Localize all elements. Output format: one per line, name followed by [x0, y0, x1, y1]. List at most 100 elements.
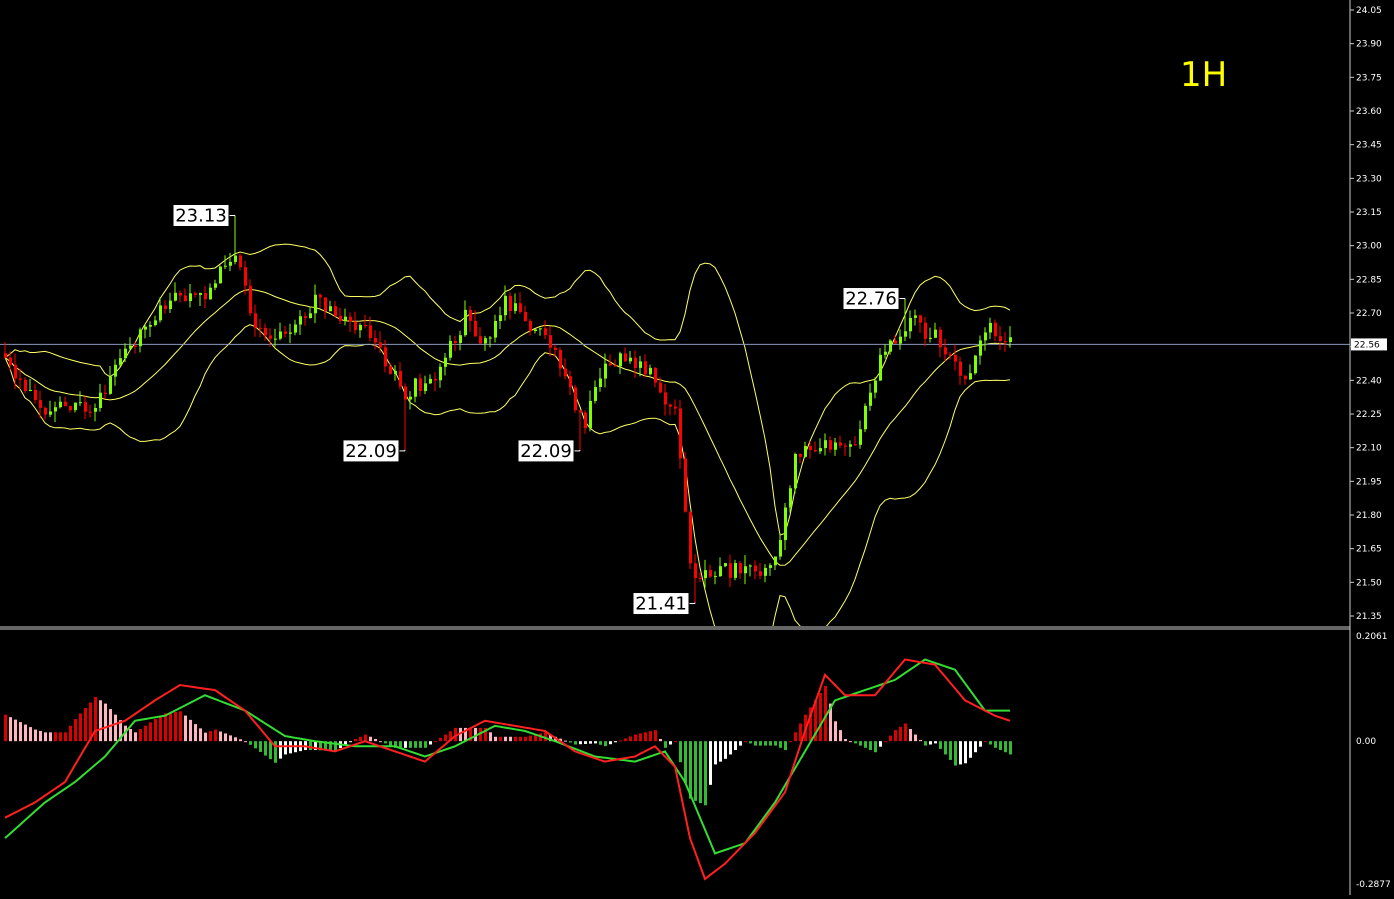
candle-body — [214, 283, 217, 288]
macd-histogram-bar — [164, 713, 167, 742]
candle-body — [839, 442, 842, 446]
price-tick-label: 23.30 — [1356, 174, 1382, 184]
macd-histogram-bar — [64, 732, 67, 742]
candle-body — [339, 315, 342, 321]
macd-histogram-bar — [624, 738, 627, 742]
candle-body — [994, 322, 997, 337]
candle-body — [34, 389, 37, 400]
macd-histogram-bar — [744, 741, 747, 743]
candle-body — [194, 293, 197, 295]
candle-body — [519, 303, 522, 312]
price-tick-label: 24.05 — [1356, 6, 1382, 16]
candle-body — [369, 325, 372, 338]
candle-body — [319, 294, 322, 298]
candle-body — [689, 511, 692, 564]
macd-histogram-bar — [904, 723, 907, 742]
candle-body — [139, 329, 142, 347]
price-tick-label: 21.80 — [1356, 511, 1382, 521]
candle-body — [94, 408, 97, 412]
candle-body — [859, 429, 862, 445]
price-tick-label: 22.70 — [1356, 309, 1382, 319]
price-tick-label: 22.10 — [1356, 444, 1382, 454]
price-label: 22.09 — [520, 441, 572, 462]
candle-body — [399, 370, 402, 387]
macd-histogram-bar — [619, 740, 622, 742]
macd-histogram-bar — [249, 741, 252, 745]
macd-histogram-bar — [59, 732, 62, 742]
macd-histogram-bar — [994, 741, 997, 748]
macd-histogram-bar — [944, 741, 947, 755]
macd-histogram-bar — [244, 741, 247, 743]
macd-histogram-bar — [879, 741, 882, 747]
candle-body — [504, 295, 507, 316]
candle-body — [934, 329, 937, 338]
candle-body — [49, 411, 52, 415]
candle-body — [124, 348, 127, 359]
candle-body — [114, 364, 117, 377]
trading-chart[interactable]: 23.13 22.09 22.09 21.41 22.76 24.05 23.90 23.7… — [0, 0, 1394, 895]
macd-histogram-bar — [614, 741, 617, 743]
candle-body — [489, 337, 492, 339]
candle-body — [659, 382, 662, 393]
price-tick-label: 23.45 — [1356, 141, 1382, 151]
candle-body — [559, 350, 562, 369]
macd-histogram-bar — [669, 741, 672, 745]
macd-histogram-bar — [584, 741, 587, 744]
price-label: 23.13 — [175, 205, 227, 226]
macd-histogram-bar — [4, 714, 7, 742]
candle-body — [169, 300, 172, 310]
candle-body — [999, 336, 1002, 342]
current-price-label: 22.56 — [1354, 340, 1380, 350]
macd-histogram-bar — [134, 732, 137, 742]
macd-histogram-bar — [954, 741, 957, 766]
candle-body — [229, 261, 232, 266]
candle-body — [99, 392, 102, 409]
candle-body — [654, 367, 657, 383]
macd-histogram-bar — [709, 741, 712, 785]
macd-histogram-bar — [24, 724, 27, 742]
candle-body — [1004, 341, 1007, 343]
macd-histogram-bar — [684, 741, 687, 784]
candle-body — [389, 366, 392, 374]
macd-histogram-bar — [229, 735, 232, 742]
candle-body — [279, 331, 282, 339]
macd-histogram-bar — [674, 741, 677, 743]
macd-tick-label: -0.2877 — [1356, 880, 1391, 890]
macd-histogram-bar — [359, 736, 362, 742]
macd-histogram-bar — [9, 717, 12, 742]
candle-body — [134, 345, 137, 347]
candle-body — [874, 380, 877, 393]
candle-body — [284, 331, 287, 334]
macd-histogram-bar — [154, 719, 157, 742]
macd-histogram-bar — [409, 741, 412, 748]
macd-histogram-bar — [14, 719, 17, 742]
macd-tick-label: 0.2061 — [1356, 632, 1388, 642]
macd-histogram-bar — [864, 741, 867, 748]
macd-histogram-bar — [784, 741, 787, 751]
candle-body — [444, 357, 447, 367]
macd-histogram-bar — [379, 741, 382, 743]
candle-body — [539, 328, 542, 330]
chart-canvas[interactable]: 23.13 22.09 22.09 21.41 22.76 24.05 23.90 23.7… — [0, 0, 1394, 895]
candle-body — [924, 322, 927, 339]
macd-histogram-bar — [234, 737, 237, 742]
candle-body — [959, 361, 962, 376]
candle-body — [674, 406, 677, 409]
candle-body — [894, 340, 897, 344]
macd-histogram-bar — [659, 738, 662, 742]
candle-body — [579, 410, 582, 413]
macd-histogram-bar — [184, 715, 187, 742]
candle-body — [624, 353, 627, 362]
candle-body — [724, 563, 727, 567]
macd-histogram-bar — [984, 741, 987, 743]
macd-histogram-bar — [264, 741, 267, 756]
macd-histogram-bar — [859, 741, 862, 746]
macd-histogram-bar — [564, 740, 567, 742]
candle-body — [909, 317, 912, 332]
candle-body — [39, 399, 42, 408]
candle-body — [299, 316, 302, 325]
macd-histogram-bar — [644, 732, 647, 742]
candle-body — [549, 335, 552, 348]
candle-body — [529, 320, 532, 331]
macd-histogram-bar — [634, 734, 637, 742]
